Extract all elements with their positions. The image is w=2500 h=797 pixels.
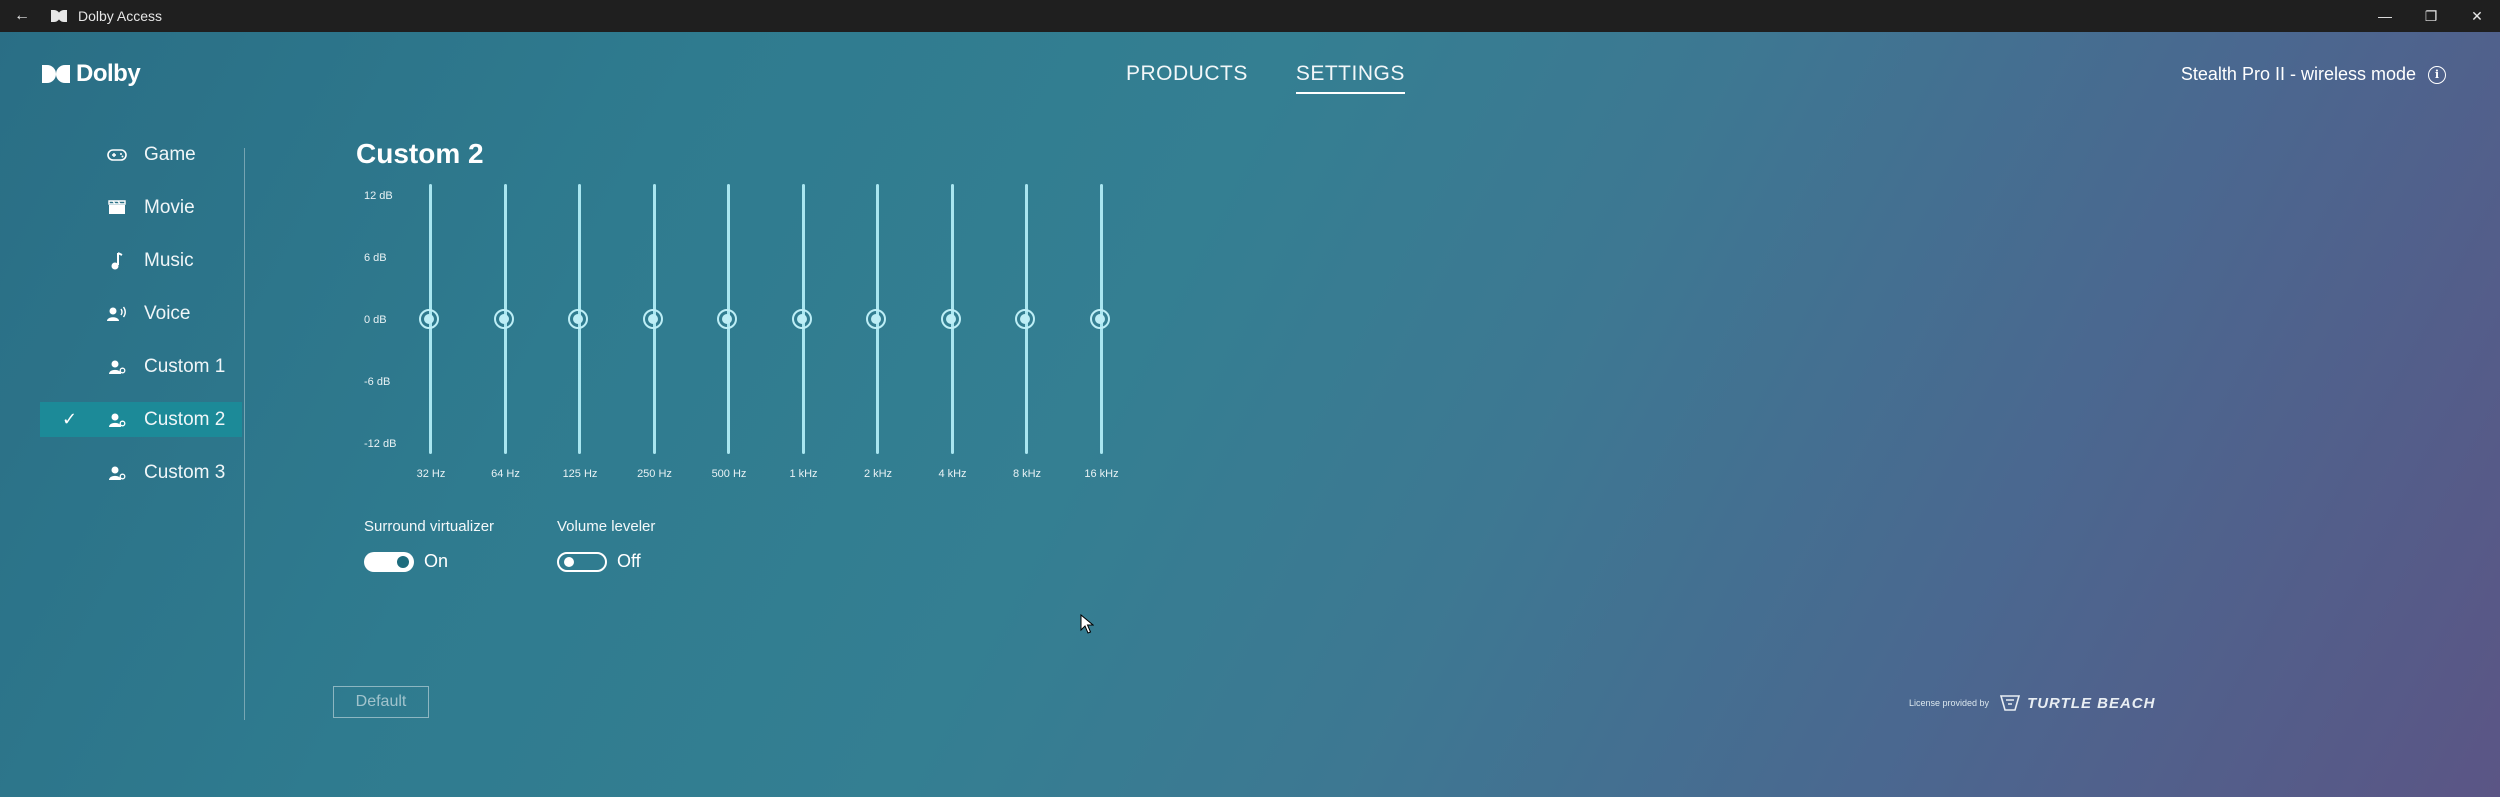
person-icon [106, 358, 128, 376]
sidebar-item-label: Custom 3 [144, 461, 226, 483]
mouse-cursor-icon [1080, 614, 1094, 634]
eq-slider-thumb[interactable] [717, 309, 737, 329]
profile-title: Custom 2 [356, 138, 484, 169]
partner-name: TURTLE BEACH [2027, 694, 2156, 712]
eq-band-label: 16 kHz [1084, 468, 1119, 480]
eq-slider-thumb[interactable] [1089, 309, 1110, 329]
volume-leveler-group: Volume leveler Off [557, 518, 655, 572]
eq-slider-thumb[interactable] [419, 309, 439, 329]
db-label: 0 dB [364, 314, 387, 326]
person-icon [106, 411, 128, 429]
checkmark-icon: ✓ [62, 409, 78, 429]
sidebar-item-voice[interactable]: Voice [40, 296, 242, 331]
window-title: Dolby Access [78, 8, 163, 24]
eq-slider-thumb[interactable] [791, 309, 812, 329]
back-button[interactable]: ← [0, 7, 44, 25]
dolby-app-icon [44, 10, 74, 22]
sidebar-item-label: Custom 1 [144, 355, 226, 377]
restore-button[interactable]: ❐ [2408, 0, 2454, 32]
close-button[interactable]: ✕ [2454, 0, 2500, 32]
eq-band-label: 2 kHz [863, 468, 893, 480]
eq-band-label: 250 Hz [637, 468, 672, 480]
tab-products[interactable]: PRODUCTS [1126, 62, 1248, 94]
eq-slider-thumb[interactable] [866, 309, 886, 329]
eq-slider-thumb[interactable] [568, 309, 588, 329]
clapperboard-icon [106, 199, 128, 217]
sidebar-item-movie[interactable]: Movie [40, 190, 242, 225]
sidebar-item-custom-3[interactable]: Custom 3 [40, 455, 242, 490]
sidebar-divider [244, 148, 245, 720]
db-label: -6 dB [364, 376, 391, 388]
eq-band-label: 32 Hz [416, 468, 446, 480]
eq-slider-thumb[interactable] [642, 309, 663, 329]
sidebar-item-custom-2[interactable]: ✓ Custom 2 [40, 402, 242, 437]
music-note-icon [106, 251, 128, 270]
default-button[interactable]: Default [333, 686, 429, 718]
eq-band-label: 8 kHz [1012, 468, 1042, 480]
license-text: License provided by [1909, 698, 1990, 708]
db-label: 6 dB [364, 252, 387, 264]
sidebar-item-custom-1[interactable]: Custom 1 [40, 349, 242, 384]
eq-band-label: 125 Hz [562, 468, 598, 480]
turtle-beach-icon [2000, 695, 2021, 711]
sidebar-item-label: Custom 2 [144, 408, 226, 430]
sidebar-item-game[interactable]: Game [40, 137, 242, 172]
db-label: -12 dB [364, 438, 397, 450]
turtle-beach-logo: TURTLE BEACH [1999, 694, 2155, 712]
top-navigation: PRODUCTS SETTINGS [1126, 62, 1405, 94]
sidebar-item-label: Movie [144, 196, 195, 218]
sidebar-item-label: Music [144, 249, 194, 271]
surround-virtualizer-state: On [424, 551, 449, 571]
gamepad-icon [106, 146, 128, 164]
surround-virtualizer-label: Surround virtualizer [364, 518, 495, 535]
eq-band-label: 64 Hz [491, 468, 520, 480]
db-label: 12 dB [364, 190, 393, 202]
eq-band-label: 1 kHz [789, 468, 818, 480]
eq-slider-thumb[interactable] [1015, 309, 1035, 329]
person-icon [106, 464, 128, 482]
volume-leveler-state: Off [617, 551, 641, 571]
tab-settings[interactable]: SETTINGS [1295, 62, 1405, 94]
sidebar-item-music[interactable]: Music [40, 243, 242, 278]
dolby-logo: Dolby [42, 60, 141, 88]
minimize-button[interactable]: — [2362, 0, 2408, 32]
brand-name: Dolby [76, 60, 141, 87]
eq-slider-thumb[interactable] [493, 309, 514, 329]
eq-band-label: 500 Hz [711, 468, 747, 480]
volume-leveler-label: Volume leveler [557, 518, 656, 535]
info-icon[interactable]: i [2428, 65, 2446, 84]
volume-leveler-toggle[interactable] [557, 551, 607, 572]
surround-virtualizer-group: Surround virtualizer On [364, 518, 494, 572]
voice-icon [106, 305, 128, 323]
profile-sidebar: Game Movie Music Voice Custom 1 ✓ Custom… [40, 137, 242, 508]
surround-virtualizer-toggle[interactable] [364, 551, 414, 572]
sidebar-item-label: Game [144, 143, 196, 165]
equalizer: 12 dB 6 dB 0 dB -6 dB -12 dB 32 Hz 64 Hz 1… [356, 180, 1156, 490]
sidebar-item-label: Voice [144, 302, 191, 324]
eq-band-label: 4 kHz [938, 468, 967, 480]
license-footer: License provided by TURTLE BEACH [1909, 694, 2155, 712]
dolby-mark-icon [42, 65, 70, 83]
eq-slider-thumb[interactable] [940, 309, 961, 329]
device-name: Stealth Pro II - wireless mode [2180, 64, 2416, 84]
title-bar: ← Dolby Access — ❐ ✕ [0, 0, 2500, 32]
device-selector[interactable]: Stealth Pro II - wireless mode i [2181, 64, 2446, 85]
